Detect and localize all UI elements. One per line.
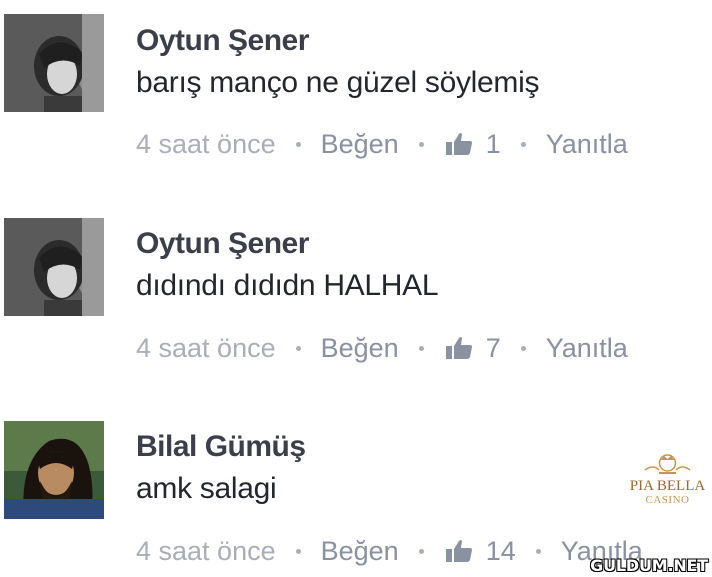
like-count: 1	[485, 128, 501, 159]
like-button[interactable]: Beğen	[321, 129, 399, 160]
casino-ad-logo[interactable]: PIA BELLA CASINO	[623, 448, 712, 511]
comment-timestamp[interactable]: 4 saat önce	[136, 333, 276, 364]
separator-dot	[295, 548, 301, 554]
comment-text: dıdındı dıdıdn HALHAL	[136, 269, 439, 302]
thumbs-up-icon[interactable]	[444, 538, 474, 564]
thumbs-up-icon[interactable]	[444, 335, 474, 361]
comment-author[interactable]: Bilal Gümüş	[136, 430, 306, 464]
separator-dot	[418, 141, 424, 147]
avatar[interactable]	[4, 218, 104, 316]
comment-actions: 4 saat önce Beğen 7 Yanıtla	[136, 331, 628, 365]
comment-actions: 4 saat önce Beğen 14 Yanıtla	[136, 534, 643, 568]
comment-author[interactable]: Oytun Şener	[136, 227, 309, 261]
site-watermark: GULDUM.NET	[590, 552, 712, 577]
comment-text: amk salagi	[136, 472, 277, 505]
profile-photo-icon	[4, 218, 104, 316]
reply-button[interactable]: Yanıtla	[546, 129, 628, 160]
comment-text: barış manço ne güzel söylemiş	[136, 66, 540, 99]
like-button[interactable]: Beğen	[321, 536, 399, 567]
like-count: 7	[485, 332, 501, 363]
comment-timestamp[interactable]: 4 saat önce	[136, 129, 276, 160]
crown-logo-icon	[644, 454, 691, 474]
separator-dot	[418, 345, 424, 351]
profile-photo-icon	[4, 14, 104, 112]
like-count: 14	[485, 535, 516, 566]
separator-dot	[535, 548, 541, 554]
reply-button[interactable]: Yanıtla	[546, 333, 628, 364]
comment-timestamp[interactable]: 4 saat önce	[136, 536, 276, 567]
profile-photo-icon	[4, 421, 104, 519]
ad-brand-sub: CASINO	[645, 494, 690, 506]
comment-author[interactable]: Oytun Şener	[136, 24, 309, 58]
like-button[interactable]: Beğen	[321, 333, 399, 364]
ad-brand-name: PIA BELLA	[629, 478, 706, 494]
thumbs-up-icon[interactable]	[444, 131, 474, 157]
separator-dot	[295, 141, 301, 147]
avatar[interactable]	[4, 421, 104, 519]
separator-dot	[418, 548, 424, 554]
watermark-text: GULDUM.NET	[590, 556, 708, 575]
separator-dot	[520, 141, 526, 147]
avatar[interactable]	[4, 14, 104, 112]
separator-dot	[520, 345, 526, 351]
separator-dot	[295, 345, 301, 351]
comment-actions: 4 saat önce Beğen 1 Yanıtla	[136, 127, 628, 161]
